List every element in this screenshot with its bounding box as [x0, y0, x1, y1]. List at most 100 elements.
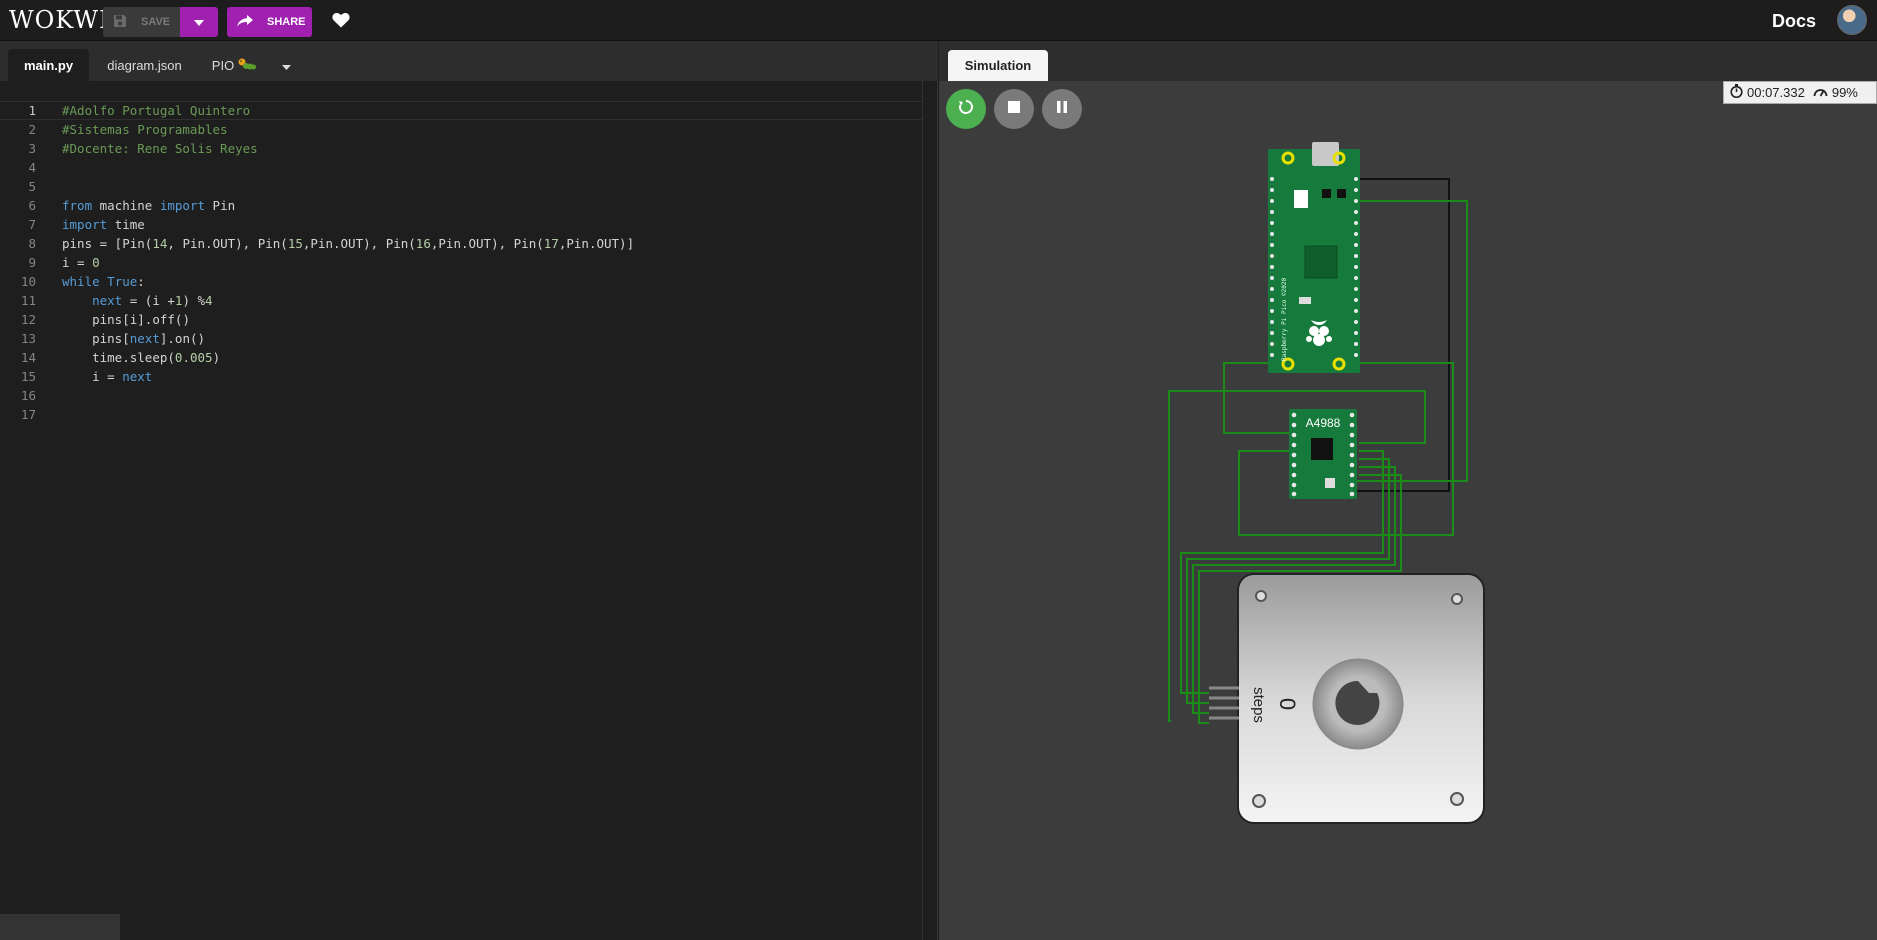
line-number: 17: [20, 407, 36, 422]
wokwi-logo[interactable]: WOKWI: [9, 6, 110, 34]
editor-tab-bar: main.py diagram.json PIO: [0, 41, 938, 81]
code-text[interactable]: import time: [62, 215, 145, 234]
stop-icon: [1008, 100, 1020, 118]
tab-pio[interactable]: PIO: [205, 49, 263, 81]
line-number: 3: [28, 141, 36, 156]
rp2040-chip: [1304, 245, 1338, 279]
tab-simulation[interactable]: Simulation: [948, 50, 1048, 81]
bootsel-button: [1294, 190, 1308, 208]
stopwatch-icon: [1730, 84, 1743, 101]
stepper-value: 0: [1275, 698, 1300, 710]
code-line[interactable]: 3 #Docente: Rene Solis Reyes: [0, 139, 922, 158]
tab-label: diagram.json: [107, 57, 182, 73]
more-tabs-dropdown[interactable]: [276, 49, 296, 81]
code-text[interactable]: next = (i +1) %4: [62, 291, 212, 310]
line-number: 5: [28, 179, 36, 194]
code-line[interactable]: 13 pins[next].on(): [0, 329, 922, 348]
line-number: 10: [20, 274, 36, 289]
docs-link[interactable]: Docs: [1772, 11, 1816, 32]
tab-label: Simulation: [964, 58, 1032, 73]
driver-label: A4988: [1306, 416, 1341, 430]
line-number: 9: [28, 255, 36, 270]
restart-icon: [958, 99, 974, 120]
code-line[interactable]: 10 while True:: [0, 272, 922, 291]
restart-button[interactable]: [946, 89, 986, 129]
code-line[interactable]: 9 i = 0: [0, 253, 922, 272]
code-text[interactable]: from machine import Pin: [62, 196, 235, 215]
code-line[interactable]: 5: [0, 177, 922, 196]
elapsed-time: 00:07.332: [1747, 85, 1805, 100]
code-line[interactable]: 11 next = (i +1) %4: [0, 291, 922, 310]
floppy-icon: [113, 14, 127, 31]
code-text[interactable]: while True:: [62, 272, 145, 291]
share-arrow-icon: [237, 14, 253, 30]
driver-potentiometer: [1325, 478, 1335, 488]
heart-icon[interactable]: [332, 12, 350, 33]
line-number: 7: [28, 217, 36, 232]
stepper-motor: 0 steps: [1209, 573, 1485, 824]
a4988-driver-board: A4988: [1289, 409, 1357, 499]
code-line[interactable]: 15 i = next: [0, 367, 922, 386]
tab-label: main.py: [23, 57, 74, 73]
line-number: 15: [20, 369, 36, 384]
code-line[interactable]: 16: [0, 386, 922, 405]
code-text[interactable]: #Docente: Rene Solis Reyes: [62, 139, 258, 158]
save-label: SAVE: [141, 16, 171, 28]
code-text[interactable]: #Adolfo Portugal Quintero: [62, 101, 250, 120]
share-label: SHARE: [267, 16, 306, 28]
caret-down-icon: [281, 58, 291, 73]
pause-icon: [1056, 100, 1068, 118]
code-text[interactable]: pins[next].on(): [62, 329, 205, 348]
code-line[interactable]: 14 time.sleep(0.005): [0, 348, 922, 367]
code-line[interactable]: 7 import time: [0, 215, 922, 234]
code-text[interactable]: i = next: [62, 367, 152, 386]
save-options-dropdown[interactable]: [180, 7, 218, 37]
editor-vertical-scrollbar[interactable]: [922, 81, 938, 940]
code-line[interactable]: 8 pins = [Pin(14, Pin.OUT), Pin(15,Pin.OU…: [0, 234, 922, 253]
tab-diagram-json[interactable]: diagram.json: [96, 49, 193, 81]
line-number: 11: [20, 293, 36, 308]
code-line[interactable]: 4: [0, 158, 922, 177]
save-button[interactable]: SAVE: [103, 7, 180, 37]
line-number: 16: [20, 388, 36, 403]
simulation-status: 00:07.332 99%: [1723, 81, 1877, 104]
code-editor-panel: main.py diagram.json PIO 1 #Adolfo Portug…: [0, 41, 938, 940]
code-text[interactable]: time.sleep(0.005): [62, 348, 220, 367]
line-number: 4: [28, 160, 36, 175]
tab-main-py[interactable]: main.py: [8, 49, 89, 81]
user-avatar[interactable]: [1837, 5, 1867, 35]
share-button[interactable]: SHARE: [227, 7, 312, 37]
line-number: 6: [28, 198, 36, 213]
code-line[interactable]: 17: [0, 405, 922, 424]
code-line[interactable]: 1 #Adolfo Portugal Quintero: [0, 101, 922, 120]
circuit-canvas[interactable]: Raspberry Pi Pico ©2020 A4988 0 steps: [939, 41, 1877, 940]
code-text[interactable]: pins[i].off(): [62, 310, 190, 329]
top-bar: WOKWI SAVE SHARE Docs: [0, 0, 1877, 41]
code-lines[interactable]: 1 #Adolfo Portugal Quintero 2 #Sistemas Pro…: [0, 101, 922, 424]
wire-green: [1223, 362, 1299, 434]
code-line[interactable]: 6 from machine import Pin: [0, 196, 922, 215]
code-text[interactable]: #Sistemas Programables: [62, 120, 228, 139]
line-number: 14: [20, 350, 36, 365]
code-line[interactable]: 2 #Sistemas Programables: [0, 120, 922, 139]
tab-label: PIO: [211, 57, 235, 73]
code-text[interactable]: i = 0: [62, 253, 100, 272]
stepper-unit: steps: [1250, 687, 1267, 723]
line-number: 2: [28, 122, 36, 137]
caterpillar-icon: [238, 57, 257, 74]
code-text[interactable]: pins = [Pin(14, Pin.OUT), Pin(15,Pin.OUT…: [62, 234, 634, 253]
raspberry-pi-pico-board: Raspberry Pi Pico ©2020: [1268, 142, 1360, 373]
line-number: 13: [20, 331, 36, 346]
pause-button[interactable]: [1042, 89, 1082, 129]
code-line[interactable]: 12 pins[i].off(): [0, 310, 922, 329]
editor-horizontal-scrollbar[interactable]: [0, 914, 120, 940]
line-number: 8: [28, 236, 36, 251]
driver-chip: [1311, 438, 1333, 460]
pico-silkscreen: Raspberry Pi Pico ©2020: [1281, 278, 1288, 361]
chevron-down-icon: [194, 13, 204, 31]
speedometer-icon: [1813, 85, 1828, 101]
stop-button[interactable]: [994, 89, 1034, 129]
wire-black: [1357, 178, 1450, 492]
simulation-panel: Raspberry Pi Pico ©2020 A4988 0 steps Si…: [939, 41, 1877, 940]
simulation-speed: 99%: [1831, 85, 1858, 100]
